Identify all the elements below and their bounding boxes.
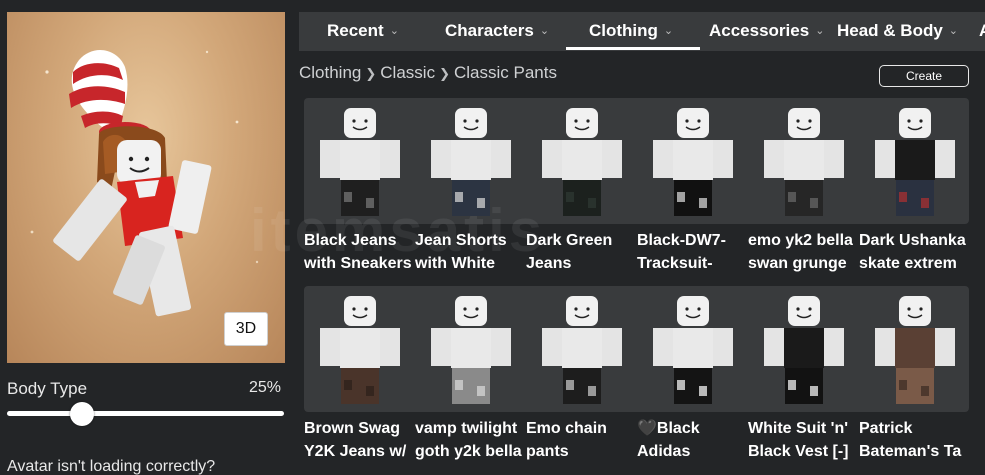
breadcrumb-item-classic-pants: Classic Pants	[453, 63, 557, 82]
tab-label: A	[979, 21, 985, 40]
view-3d-button[interactable]: 3D	[224, 312, 268, 346]
chevron-down-icon: ⌄	[815, 25, 825, 37]
item-name-line1: vamp twilight	[415, 420, 518, 437]
chevron-down-icon: ⌄	[663, 25, 674, 37]
avatar-preview[interactable]: 3D	[7, 12, 285, 363]
breadcrumb-item-classic[interactable]: Classic	[380, 63, 435, 82]
body-type-label: Body Type	[7, 379, 88, 398]
item-name-line1: Dark Green	[526, 232, 613, 249]
item-thumbnail	[764, 108, 844, 216]
tab-clothing[interactable]: Clothing ⌄	[589, 12, 673, 51]
category-tabs: Recent ⌄ Characters ⌄ Clothing ⌄ Accessorie…	[299, 12, 985, 51]
tab-label: Clothing	[589, 21, 658, 40]
tab-head-body[interactable]: Head & Body ⌄	[837, 12, 958, 51]
body-type-slider-track[interactable]	[7, 411, 284, 416]
item-name-line2: skate extrem	[859, 255, 957, 272]
item-name-line2: swan grunge	[748, 255, 847, 272]
tab-label: Head & Body	[837, 21, 943, 40]
tab-label: Recent	[327, 21, 384, 40]
item-name-line2: with Sneakers	[304, 255, 412, 272]
chevron-down-icon: ⌄	[948, 25, 959, 37]
item-name-line1: Brown Swag	[304, 420, 401, 437]
breadcrumb: Clothing ❯ Classic ❯ Classic Pants	[299, 63, 557, 83]
item-name-line2: goth y2k bella	[415, 443, 522, 460]
avatar-help-link[interactable]: Avatar isn't loading correctly?	[7, 458, 215, 475]
tab-more[interactable]: A	[979, 12, 985, 51]
tab-characters[interactable]: Characters ⌄	[445, 12, 549, 51]
create-button[interactable]: Create	[879, 65, 969, 87]
item-name-line1: 🖤Black	[637, 420, 700, 437]
item-name-line2: Adidas	[637, 443, 691, 460]
tab-label: Characters	[445, 21, 534, 40]
item-thumbnail	[542, 296, 622, 404]
item-name-line1: Jean Shorts	[415, 232, 507, 249]
item-name-line1: White Suit 'n'	[748, 420, 849, 437]
body-type-slider-thumb[interactable]	[70, 402, 95, 426]
avatar-editor: 3D Body Type 25% Avatar isn't loading co…	[0, 0, 985, 475]
item-name-line2: Bateman's Ta	[859, 443, 962, 460]
item-thumbnail	[542, 108, 622, 216]
item-name-line2: Jeans	[526, 255, 572, 272]
item-thumbnail	[653, 296, 733, 404]
chevron-right-icon: ❯	[365, 66, 377, 81]
item-name-line1: Black Jeans	[304, 232, 397, 249]
active-tab-indicator	[566, 47, 700, 50]
item-name-line1: Emo chain	[526, 420, 607, 437]
avatar-figure	[30, 50, 259, 317]
item-thumbnail	[653, 108, 733, 216]
item-name-line2: with White	[415, 255, 495, 272]
item-thumbnail	[431, 108, 511, 216]
item-name-line2: pants	[526, 443, 569, 460]
chevron-down-icon: ⌄	[539, 25, 550, 37]
item-thumbnail	[875, 296, 955, 404]
breadcrumb-item-clothing[interactable]: Clothing	[299, 63, 361, 82]
chevron-right-icon: ❯	[439, 66, 450, 81]
item-name-line1: Patrick	[859, 420, 913, 437]
tab-recent[interactable]: Recent ⌄	[327, 12, 399, 51]
item-name-line2: Black Vest [-]	[748, 443, 849, 460]
item-name-line1: emo yk2 bella	[748, 232, 853, 249]
tab-label: Accessories	[709, 21, 810, 40]
item-name-line1: Dark Ushanka	[859, 232, 966, 249]
body-type-value: 25%	[249, 379, 282, 396]
item-name-line2: Y2K Jeans w/	[304, 443, 407, 460]
item-thumbnail	[764, 296, 844, 404]
chevron-down-icon: ⌄	[389, 25, 399, 37]
item-thumbnail	[875, 108, 955, 216]
item-thumbnail	[320, 296, 400, 404]
item-thumbnail	[431, 296, 511, 404]
item-name-line2: Tracksuit-	[637, 255, 713, 272]
item-thumbnail	[320, 108, 400, 216]
tab-accessories[interactable]: Accessories ⌄	[709, 12, 824, 51]
item-name-line1: Black-DW7-	[637, 232, 726, 249]
